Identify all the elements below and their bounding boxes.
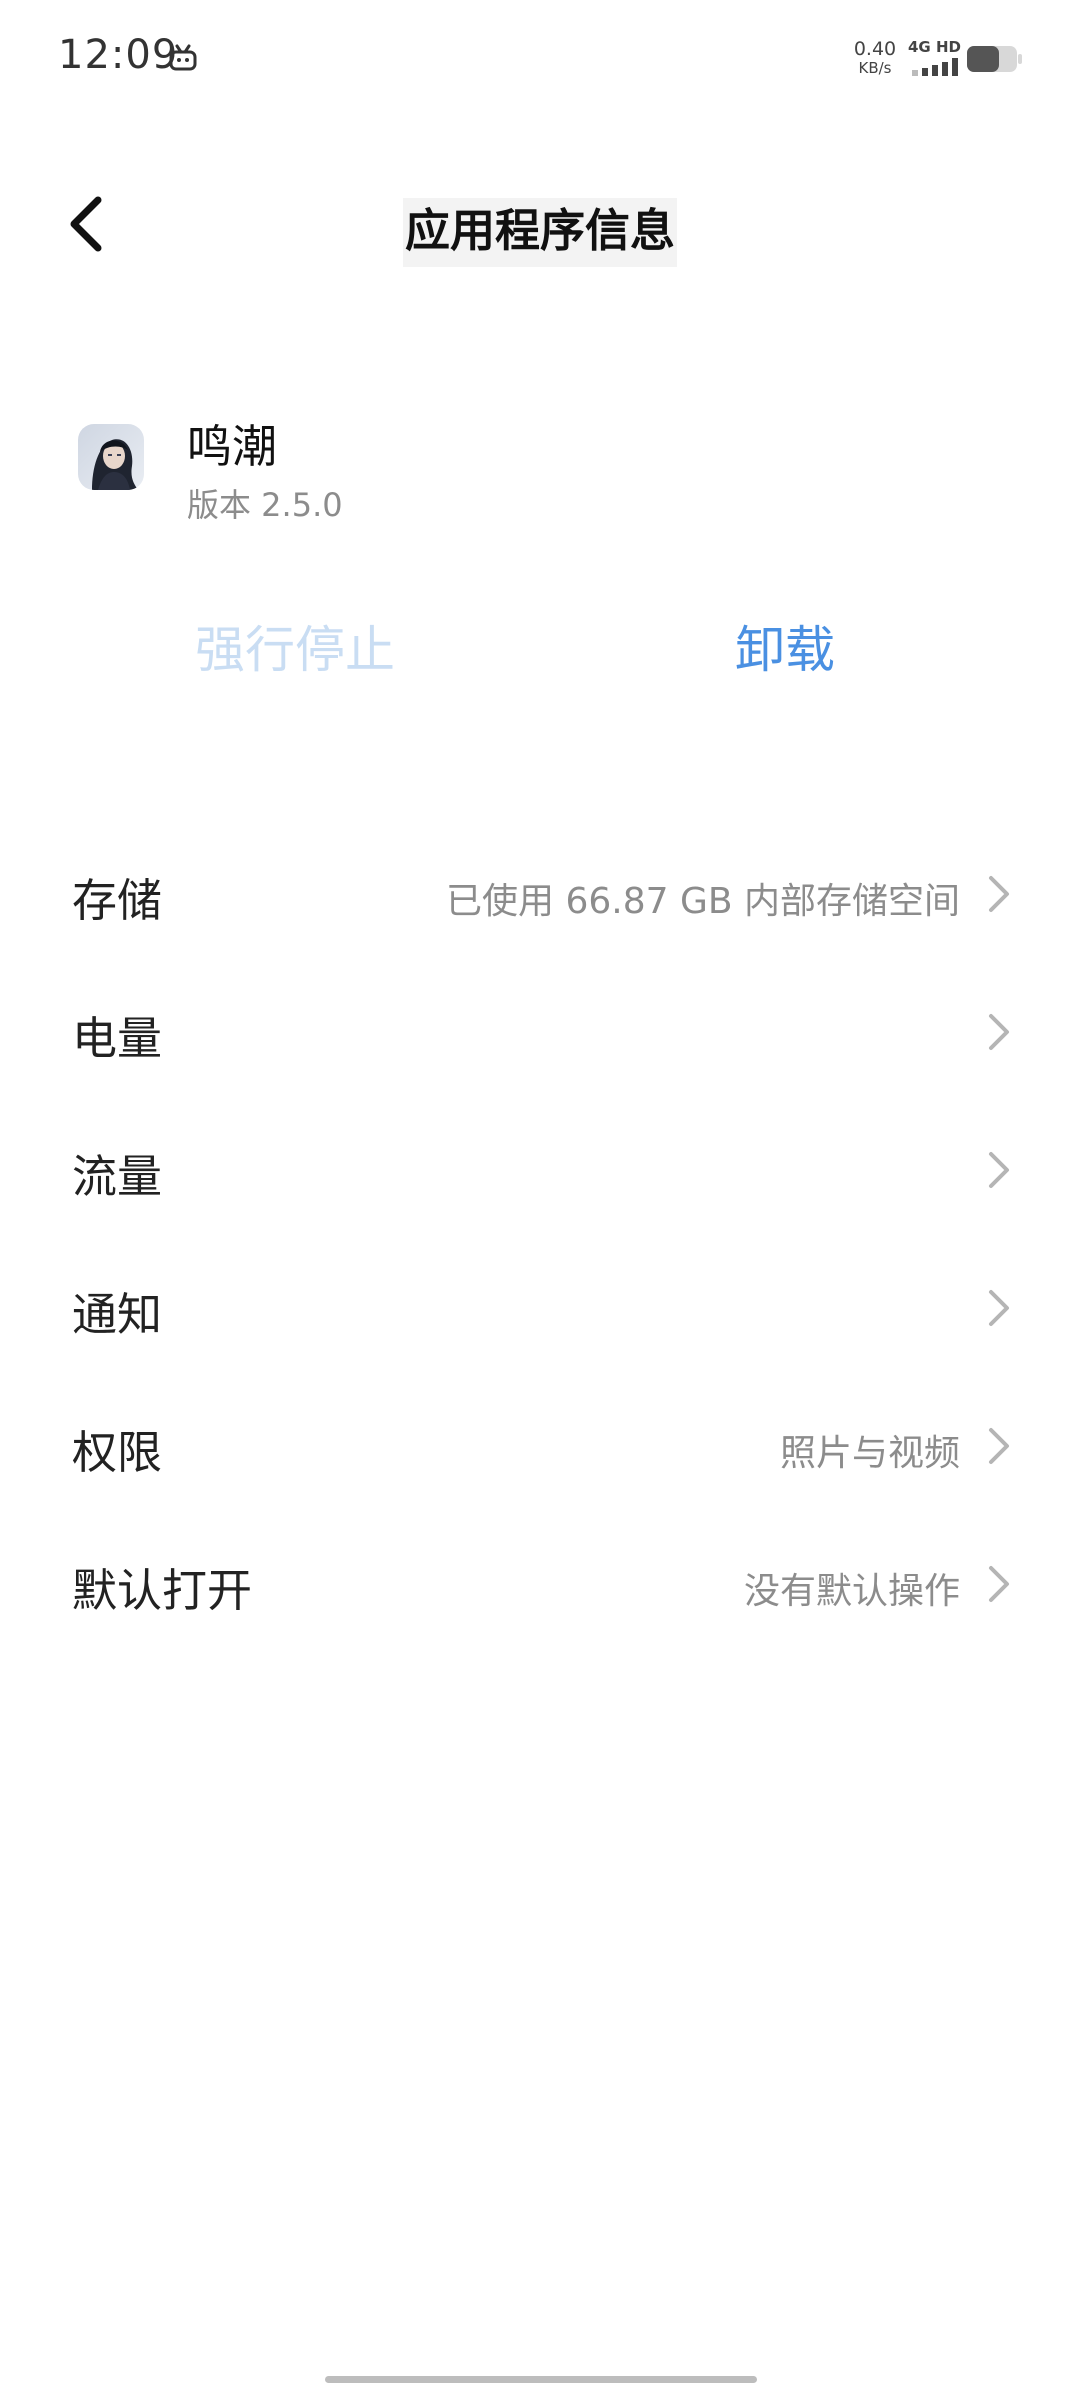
tv-icon xyxy=(169,44,197,71)
settings-item-value: 没有默认操作 xyxy=(743,1571,960,1612)
settings-item-label: 存储 xyxy=(72,874,163,927)
settings-item-label: 默认打开 xyxy=(72,1564,253,1617)
settings-item-value: 已使用 66.87 GB 内部存储空间 xyxy=(446,881,960,922)
settings-item-value: 照片与视频 xyxy=(779,1433,960,1474)
app-info-screen: 12:09 0.40 KB/s 4G HD 应用程序信息 鸣潮 版本 2.5.0… xyxy=(0,0,1080,2388)
settings-item-notifications[interactable]: 通知 xyxy=(0,1240,1080,1378)
settings-item-open-by-default[interactable]: 默认打开 没有默认操作 xyxy=(0,1516,1080,1654)
app-version: 版本 2.5.0 xyxy=(187,486,343,524)
chevron-right-icon xyxy=(989,1566,1009,1602)
signal-icon xyxy=(912,58,958,76)
app-name: 鸣潮 xyxy=(187,420,278,473)
uninstall-button[interactable]: 卸载 xyxy=(660,610,910,682)
network-type-label: 4G HD xyxy=(908,38,961,56)
page-title: 应用程序信息 xyxy=(0,194,1080,267)
chevron-right-icon xyxy=(989,1290,1009,1326)
status-time: 12:09 xyxy=(58,32,179,78)
force-stop-button[interactable]: 强行停止 xyxy=(170,610,420,682)
page-title-text: 应用程序信息 xyxy=(402,198,677,267)
settings-item-label: 流量 xyxy=(72,1150,163,1203)
settings-item-data-usage[interactable]: 流量 xyxy=(0,1102,1080,1240)
network-speed: 0.40 KB/s xyxy=(852,40,898,76)
settings-item-permissions[interactable]: 权限 照片与视频 xyxy=(0,1378,1080,1516)
battery-icon xyxy=(967,46,1022,72)
settings-item-label: 通知 xyxy=(72,1288,163,1341)
settings-item-storage[interactable]: 存储 已使用 66.87 GB 内部存储空间 xyxy=(0,826,1080,964)
home-indicator[interactable] xyxy=(325,2376,757,2383)
chevron-right-icon xyxy=(989,1428,1009,1464)
settings-item-label: 电量 xyxy=(72,1012,163,1065)
app-actions: 强行停止 卸载 xyxy=(0,600,1080,700)
top-bar: 应用程序信息 xyxy=(0,160,1080,290)
chevron-right-icon xyxy=(989,876,1009,912)
app-icon xyxy=(78,424,144,490)
settings-item-label: 权限 xyxy=(72,1426,163,1479)
settings-item-battery[interactable]: 电量 xyxy=(0,964,1080,1102)
chevron-right-icon xyxy=(989,1014,1009,1050)
network-speed-value: 0.40 xyxy=(853,38,897,60)
app-header: 鸣潮 版本 2.5.0 xyxy=(0,400,1080,540)
settings-list: 存储 已使用 66.87 GB 内部存储空间 电量 流量 通知 权限 照片与视频… xyxy=(0,826,1080,1654)
status-bar: 12:09 0.40 KB/s 4G HD xyxy=(0,0,1080,120)
chevron-right-icon xyxy=(989,1152,1009,1188)
network-speed-unit: KB/s xyxy=(858,59,892,77)
network-indicator: 4G HD xyxy=(908,38,966,78)
